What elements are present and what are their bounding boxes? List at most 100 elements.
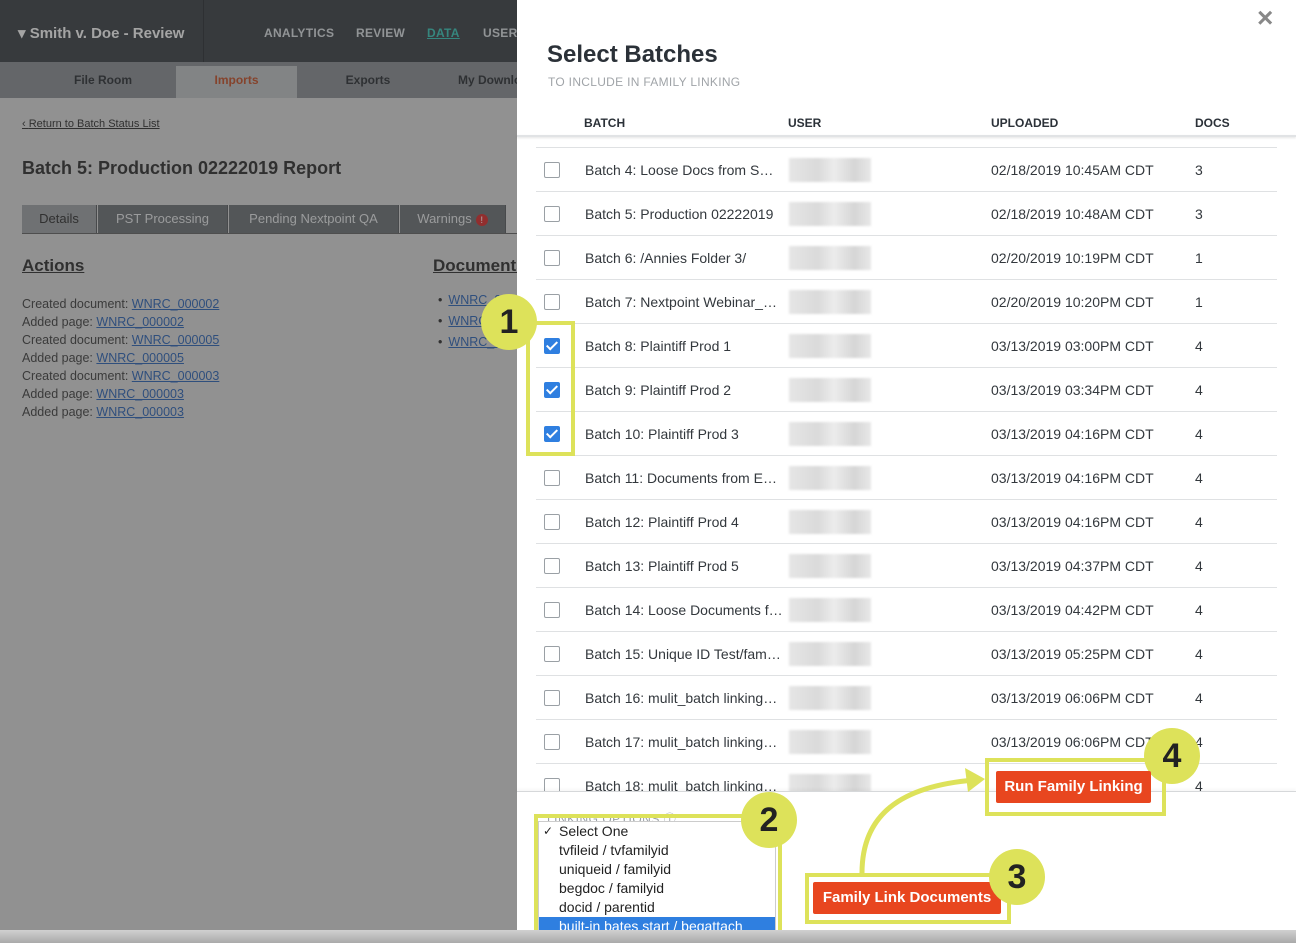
batch-row[interactable]: Batch 4: Loose Docs from Smith v. Doe 02/…	[536, 147, 1277, 191]
modal-title: Select Batches	[547, 41, 718, 68]
batch-docs-count: 4	[1195, 470, 1203, 486]
user-redacted	[789, 598, 871, 622]
batch-name: Batch 8: Plaintiff Prod 1	[585, 338, 732, 354]
batch-row[interactable]: Batch 14: Loose Documents from Export 03/…	[536, 587, 1277, 631]
user-redacted	[789, 642, 871, 666]
batch-name: Batch 18: mulit_batch linking_test	[585, 778, 783, 791]
batch-row[interactable]: Batch 16: mulit_batch linking_test 03/13/…	[536, 675, 1277, 719]
batch-name: Batch 15: Unique ID Test/familyid	[585, 646, 783, 662]
callout-badge-3: 3	[989, 849, 1045, 905]
user-redacted	[789, 686, 871, 710]
batch-table-body[interactable]: Batch 4: Loose Docs from Smith v. Doe 02/…	[517, 137, 1296, 791]
batch-name: Batch 14: Loose Documents from Export	[585, 602, 783, 618]
batch-name: Batch 7: Nextpoint Webinar_Attachments	[585, 294, 783, 310]
close-icon[interactable]: ×	[1257, 4, 1273, 32]
batch-docs-count: 4	[1195, 426, 1203, 442]
batch-docs-count: 4	[1195, 382, 1203, 398]
batch-checkbox[interactable]	[544, 646, 560, 662]
batch-checkbox[interactable]	[544, 558, 560, 574]
batch-docs-count: 4	[1195, 514, 1203, 530]
batch-docs-count: 1	[1195, 294, 1203, 310]
batch-name: Batch 6: /Annies Folder 3/	[585, 250, 747, 266]
batch-name: Batch 12: Plaintiff Prod 4	[585, 514, 739, 530]
batch-checkbox[interactable]	[544, 690, 560, 706]
batch-docs-count: 4	[1195, 778, 1203, 791]
batch-uploaded: 02/20/2019 10:19PM CDT	[991, 250, 1154, 266]
user-redacted	[789, 730, 871, 754]
user-redacted	[789, 202, 871, 226]
batch-name: Batch 4: Loose Docs from Smith v. Doe	[585, 162, 783, 178]
batch-docs-count: 3	[1195, 206, 1203, 222]
modal-subtitle: TO INCLUDE IN FAMILY LINKING	[548, 75, 741, 89]
batch-docs-count: 4	[1195, 690, 1203, 706]
batch-uploaded: 03/13/2019 06:06PM CDT	[991, 690, 1154, 706]
user-redacted	[789, 422, 871, 446]
batch-checkbox[interactable]	[544, 514, 560, 530]
batch-row[interactable]: Batch 7: Nextpoint Webinar_Attachments 02…	[536, 279, 1277, 323]
batch-row[interactable]: Batch 9: Plaintiff Prod 2 03/13/2019 03:3…	[536, 367, 1277, 411]
batch-docs-count: 3	[1195, 162, 1203, 178]
batch-checkbox[interactable]	[544, 162, 560, 178]
column-header-docs[interactable]: DOCS	[1195, 116, 1230, 130]
bottom-scrollbar[interactable]	[0, 930, 1296, 943]
batch-docs-count: 4	[1195, 558, 1203, 574]
batch-uploaded: 03/13/2019 03:34PM CDT	[991, 382, 1154, 398]
batch-uploaded: 03/13/2019 05:25PM CDT	[991, 646, 1154, 662]
user-redacted	[789, 378, 871, 402]
batch-docs-count: 4	[1195, 338, 1203, 354]
batch-checkbox[interactable]	[544, 294, 560, 310]
batch-row[interactable]: Batch 13: Plaintiff Prod 5 03/13/2019 04:…	[536, 543, 1277, 587]
batch-uploaded: 03/13/2019 04:16PM CDT	[991, 514, 1154, 530]
user-redacted	[789, 774, 871, 791]
batch-docs-count: 4	[1195, 602, 1203, 618]
batch-checkbox[interactable]	[544, 206, 560, 222]
batch-uploaded: 02/20/2019 10:20PM CDT	[991, 294, 1154, 310]
callout-badge-4: 4	[1144, 728, 1200, 784]
user-redacted	[789, 246, 871, 270]
run-family-linking-button[interactable]: Run Family Linking	[996, 771, 1151, 803]
batch-name: Batch 11: Documents from Export	[585, 470, 783, 486]
batch-row[interactable]: Batch 10: Plaintiff Prod 3 03/13/2019 04:…	[536, 411, 1277, 455]
batch-checkbox[interactable]	[544, 778, 560, 791]
callout-highlight-family-link	[805, 873, 1011, 924]
batch-uploaded: 03/13/2019 03:00PM CDT	[991, 338, 1154, 354]
batch-name: Batch 9: Plaintiff Prod 2	[585, 382, 732, 398]
batch-row[interactable]: Batch 6: /Annies Folder 3/02/20/2019 10:…	[536, 235, 1277, 279]
batch-uploaded: 02/18/2019 10:48AM CDT	[991, 206, 1154, 222]
column-header-uploaded[interactable]: UPLOADED	[991, 116, 1058, 130]
batch-name: Batch 13: Plaintiff Prod 5	[585, 558, 739, 574]
column-header-user[interactable]: USER	[788, 116, 821, 130]
select-batches-modal: × Select Batches TO INCLUDE IN FAMILY LI…	[517, 0, 1296, 943]
batch-uploaded: 03/13/2019 04:16PM CDT	[991, 426, 1154, 442]
batch-checkbox[interactable]	[544, 734, 560, 750]
user-redacted	[789, 554, 871, 578]
batch-row[interactable]: Batch 5: Production 02222019 02/18/2019 1…	[536, 191, 1277, 235]
user-redacted	[789, 334, 871, 358]
batch-row[interactable]: Batch 12: Plaintiff Prod 4 03/13/2019 04:…	[536, 499, 1277, 543]
callout-badge-2: 2	[741, 792, 797, 848]
batch-row[interactable]: Batch 15: Unique ID Test/familyid 03/13/2…	[536, 631, 1277, 675]
user-redacted	[789, 466, 871, 490]
modal-backdrop[interactable]	[0, 0, 517, 943]
batch-name: Batch 16: mulit_batch linking_test	[585, 690, 783, 706]
batch-checkbox[interactable]	[544, 602, 560, 618]
batch-docs-count: 1	[1195, 250, 1203, 266]
user-redacted	[789, 158, 871, 182]
batch-uploaded: 03/13/2019 04:42PM CDT	[991, 602, 1154, 618]
batch-uploaded: 02/18/2019 10:45AM CDT	[991, 162, 1154, 178]
column-header-batch[interactable]: BATCH	[584, 116, 625, 130]
batch-uploaded: 03/13/2019 04:16PM CDT	[991, 470, 1154, 486]
user-redacted	[789, 510, 871, 534]
batch-checkbox[interactable]	[544, 250, 560, 266]
batch-row[interactable]: Batch 8: Plaintiff Prod 1 03/13/2019 03:0…	[536, 323, 1277, 367]
callout-highlight-checkboxes	[526, 321, 575, 456]
callout-badge-1: 1	[481, 294, 537, 350]
batch-docs-count: 4	[1195, 646, 1203, 662]
batch-name: Batch 10: Plaintiff Prod 3	[585, 426, 739, 442]
app-root: ▾ Smith v. Doe - Review ANALYTICS REVIEW…	[0, 0, 1296, 943]
batch-checkbox[interactable]	[544, 470, 560, 486]
batch-uploaded: 03/13/2019 04:37PM CDT	[991, 558, 1154, 574]
user-redacted	[789, 290, 871, 314]
batch-name: Batch 5: Production 02222019	[585, 206, 774, 222]
batch-row[interactable]: Batch 11: Documents from Export 03/13/201…	[536, 455, 1277, 499]
